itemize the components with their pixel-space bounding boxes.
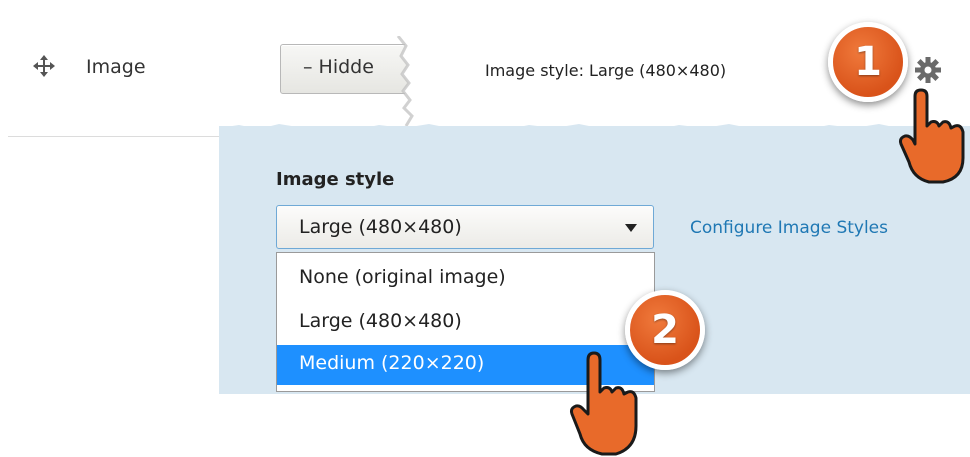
pointer-hand-icon <box>899 88 965 184</box>
option-large[interactable]: Large (480×480) <box>277 303 654 341</box>
option-none[interactable]: None (original image) <box>277 259 654 297</box>
step-1-badge: 1 <box>828 22 908 102</box>
configure-image-styles-link[interactable]: Configure Image Styles <box>690 218 888 238</box>
field-label: Image <box>86 56 146 78</box>
option-label: Large (480×480) <box>299 310 462 332</box>
select-value: Large (480×480) <box>299 216 462 238</box>
image-style-label: Image style <box>276 169 395 190</box>
image-style-summary: Image style: Large (480×480) <box>485 61 727 80</box>
pointer-hand-icon <box>570 351 638 456</box>
row-divider <box>8 136 238 137</box>
image-style-select[interactable]: Large (480×480) <box>276 205 654 249</box>
option-label: Medium (220×220) <box>299 352 485 374</box>
torn-edge-decoration <box>396 36 436 126</box>
chevron-down-icon <box>625 224 637 232</box>
gear-icon[interactable] <box>914 56 942 84</box>
move-cross-icon[interactable] <box>33 55 55 77</box>
field-row: Image – Hidde Image style: Large (480×48… <box>0 0 970 130</box>
option-label: None (original image) <box>299 266 506 288</box>
format-select-label: – Hidde <box>303 56 374 78</box>
